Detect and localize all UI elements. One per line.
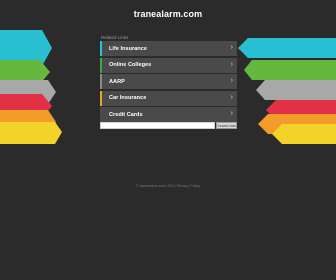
search-bar: Search Ads: [100, 122, 237, 129]
link-item-car-insurance[interactable]: Car Insurance ›: [100, 90, 237, 106]
link-item-life-insurance[interactable]: Life Insurance ›: [100, 41, 237, 56]
right-stripe-3: [256, 80, 336, 100]
footer-text: © tranealarm.com 2021 Privacy Policy: [135, 184, 201, 188]
link-accent: [100, 41, 102, 56]
link-label: Credit Cards: [109, 111, 143, 118]
chevron-right-icon: ›: [230, 110, 233, 117]
link-label: AARP: [109, 78, 125, 85]
link-accent: [100, 57, 102, 73]
related-links-list: Life Insurance › Online Colleges › AARP …: [100, 41, 237, 124]
link-item-credit-cards[interactable]: Credit Cards ›: [100, 107, 237, 122]
link-item-aarp[interactable]: AARP ›: [100, 74, 237, 89]
right-stripe-1: [238, 38, 336, 58]
search-input[interactable]: [100, 122, 215, 129]
related-links-label: Related Links: [101, 35, 129, 40]
link-label: Car Insurance: [109, 95, 147, 101]
link-accent: [100, 90, 102, 106]
right-stripe-6: [272, 124, 336, 144]
right-stripe-2: [244, 60, 336, 80]
link-label: Life Insurance: [109, 45, 147, 52]
search-button[interactable]: Search Ads: [216, 122, 237, 129]
chevron-right-icon: ›: [230, 93, 233, 101]
link-accent: [100, 107, 102, 122]
link-item-online-colleges[interactable]: Online Colleges ›: [100, 57, 237, 73]
chevron-right-icon: ›: [230, 44, 233, 51]
chevron-right-icon: ›: [230, 77, 233, 84]
chevron-right-icon: ›: [230, 60, 233, 68]
link-accent: [100, 74, 102, 89]
link-label: Online Colleges: [109, 62, 152, 68]
left-stripe-6: [0, 122, 62, 144]
